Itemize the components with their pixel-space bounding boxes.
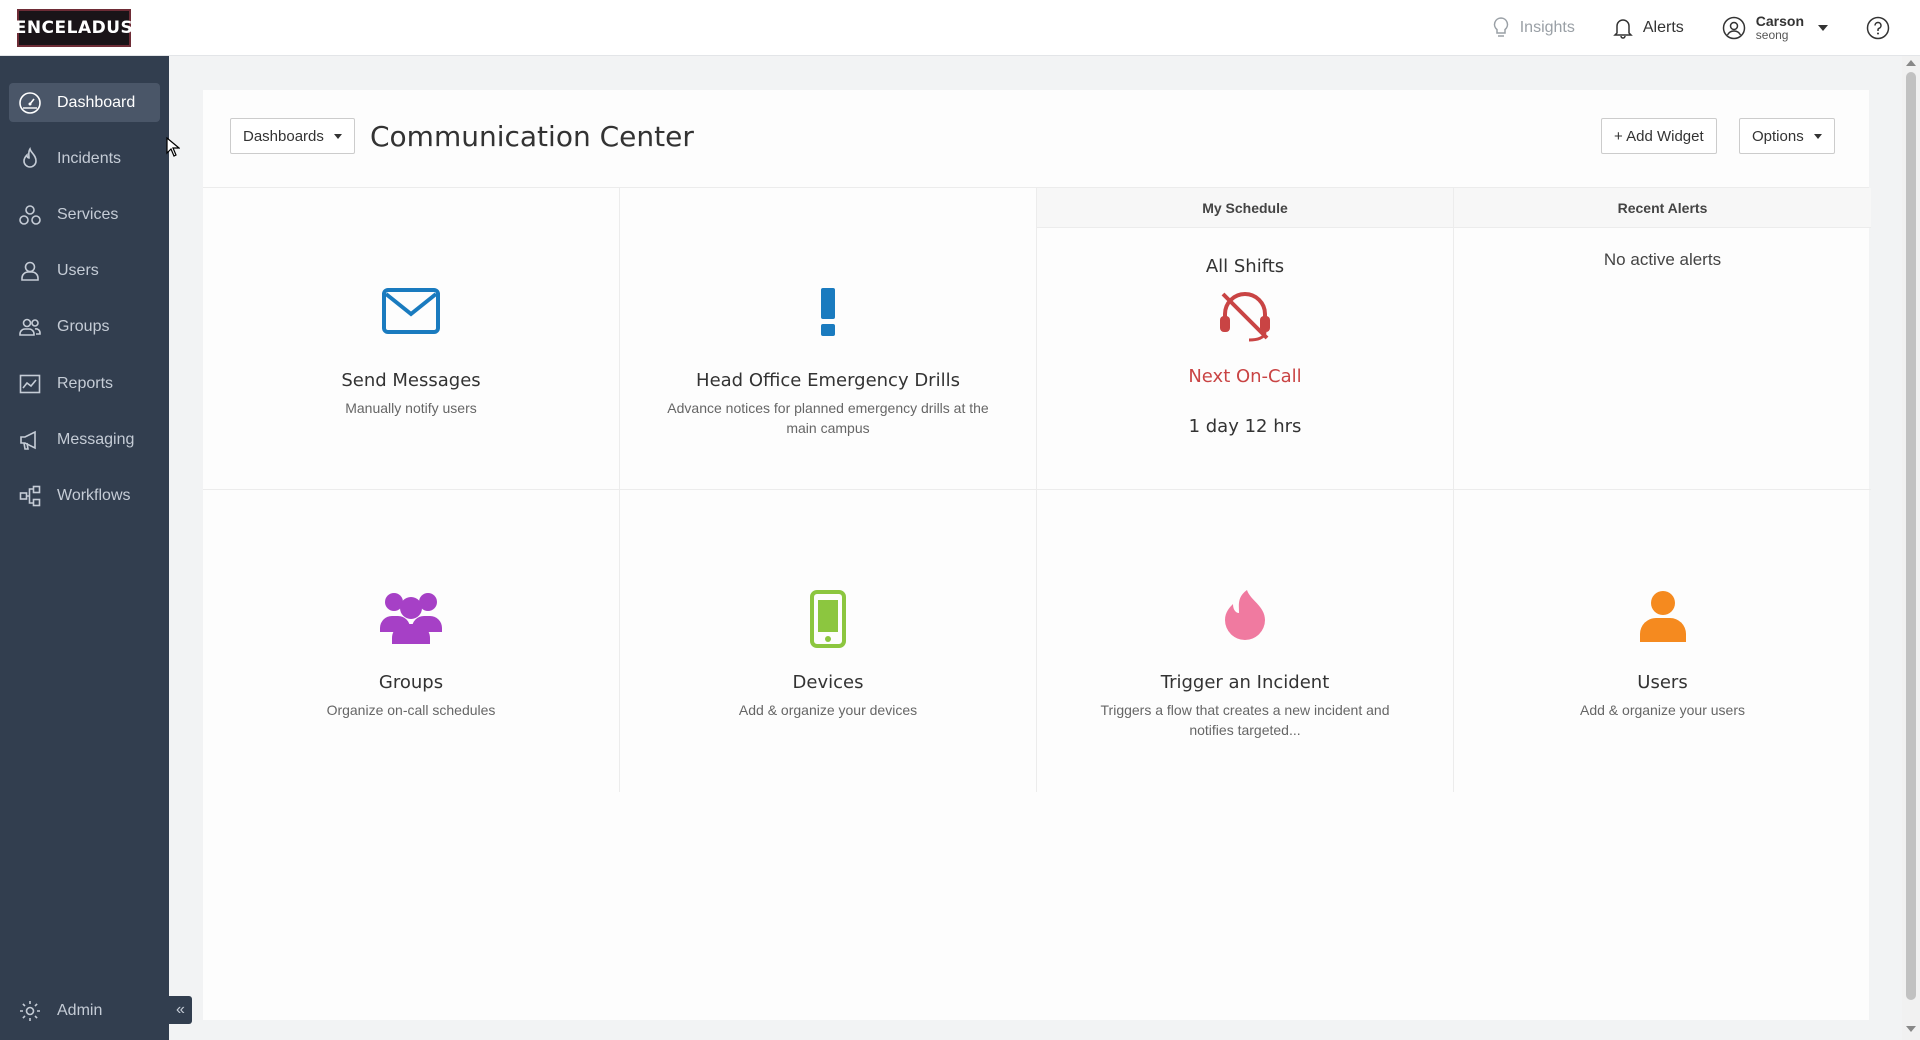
shifts-label: All Shifts <box>1205 256 1285 277</box>
brand-logo-text: ENCELADUS <box>14 18 134 38</box>
widget-my-schedule[interactable]: My Schedule All Shifts Next On-Call 1 da… <box>1037 188 1454 490</box>
flame-icon <box>17 146 43 172</box>
users-group-icon <box>203 590 619 646</box>
workflow-icon <box>17 483 43 509</box>
widget-title: Devices <box>792 672 864 693</box>
scroll-up-arrow-icon[interactable] <box>1906 60 1916 66</box>
sidebar-item-messaging[interactable]: Messaging <box>9 420 160 459</box>
chart-icon <box>17 371 43 397</box>
widget-desc: Add & organize your users <box>1580 702 1745 718</box>
headset-off-icon <box>1037 288 1453 344</box>
help-button[interactable] <box>1866 16 1890 40</box>
exclamation-icon <box>620 288 1036 336</box>
options-label: Options <box>1752 127 1804 145</box>
user-info: Carson seong <box>1755 12 1804 43</box>
user-name: Carson <box>1755 12 1804 29</box>
mouse-cursor-icon <box>166 137 180 157</box>
user-sub: seong <box>1755 28 1789 43</box>
sidebar-item-reports[interactable]: Reports <box>9 364 160 403</box>
sidebar-item-services[interactable]: Services <box>9 195 160 234</box>
top-bar: ENCELADUS Insights Alerts Carson seong <box>0 0 1920 56</box>
add-widget-button[interactable]: + Add Widget <box>1601 118 1717 154</box>
dashboard-panel: Dashboards Communication Center + Add Wi… <box>203 90 1871 1020</box>
alerts-button[interactable]: Alerts <box>1613 17 1684 39</box>
sidebar-item-label: Workflows <box>57 486 131 504</box>
sidebar-item-label: Dashboard <box>57 93 136 111</box>
sidebar-item-users[interactable]: Users <box>9 251 160 290</box>
sidebar-item-groups[interactable]: Groups <box>9 307 160 346</box>
lightbulb-icon <box>1493 17 1508 37</box>
sidebar-item-label: Users <box>57 261 99 279</box>
sidebar-item-admin[interactable]: Admin <box>9 991 160 1030</box>
sidebar-collapse-button[interactable]: « <box>169 996 192 1024</box>
phone-icon <box>620 590 1036 648</box>
insights-button[interactable]: Insights <box>1492 17 1575 39</box>
user-circle-icon <box>1722 16 1746 40</box>
brand-logo[interactable]: ENCELADUS <box>14 9 134 47</box>
sidebar-item-label: Services <box>57 205 119 223</box>
widget-emergency-drills[interactable]: Head Office Emergency Drills Advance not… <box>620 188 1037 490</box>
sidebar-item-workflows[interactable]: Workflows <box>9 476 160 515</box>
widget-title: Send Messages <box>341 370 481 391</box>
add-widget-label: + Add Widget <box>1614 127 1704 145</box>
options-dropdown[interactable]: Options <box>1739 118 1835 154</box>
user-icon <box>1454 590 1871 642</box>
widget-heading: Recent Alerts <box>1454 188 1871 228</box>
sidebar-item-label: Groups <box>57 317 110 335</box>
sidebar: Dashboard Incidents Services Users Group… <box>0 56 169 1040</box>
widget-desc: Add & organize your devices <box>738 702 918 718</box>
widget-title: Trigger an Incident <box>1160 672 1330 693</box>
gear-icon <box>17 998 43 1024</box>
question-circle-icon <box>1866 16 1890 40</box>
sidebar-item-label: Incidents <box>57 149 122 167</box>
oncall-countdown: 1 day 12 hrs <box>1188 416 1302 437</box>
widget-title: Users <box>1637 672 1688 693</box>
widget-heading: My Schedule <box>1037 188 1453 228</box>
widget-title: Groups <box>378 672 444 693</box>
insights-label: Insights <box>1519 19 1575 36</box>
widget-recent-alerts[interactable]: Recent Alerts No active alerts <box>1454 188 1871 490</box>
scrollbar-thumb[interactable] <box>1906 72 1916 1000</box>
sidebar-item-dashboard[interactable]: Dashboard <box>9 83 160 122</box>
services-icon <box>17 202 43 228</box>
sidebar-item-label: Reports <box>57 374 114 392</box>
megaphone-icon <box>17 427 43 453</box>
next-oncall-label: Next On-Call <box>1188 366 1302 387</box>
flame-icon <box>1037 590 1453 640</box>
page-title: Communication Center <box>370 120 694 153</box>
dashboards-label: Dashboards <box>243 127 324 145</box>
widget-title: Head Office Emergency Drills <box>696 370 960 391</box>
caret-down-icon <box>1813 133 1822 139</box>
widget-desc: Manually notify users <box>345 400 477 416</box>
bell-icon <box>1613 19 1633 39</box>
envelope-icon <box>203 288 619 334</box>
dashboards-dropdown[interactable]: Dashboards <box>230 118 355 154</box>
widget-desc: Triggers a flow that creates a new incid… <box>1100 702 1390 738</box>
no-alerts-text: No active alerts <box>1603 250 1722 269</box>
widget-send-messages[interactable]: Send Messages Manually notify users <box>203 188 620 490</box>
user-icon <box>17 258 43 284</box>
widget-desc: Advance notices for planned emergency dr… <box>667 400 989 436</box>
sidebar-item-incidents[interactable]: Incidents <box>9 139 160 178</box>
panel-header: Dashboards Communication Center + Add Wi… <box>203 90 1869 188</box>
widget-groups[interactable]: Groups Organize on-call schedules <box>203 490 620 792</box>
alerts-label: Alerts <box>1642 19 1684 36</box>
sidebar-admin-label: Admin <box>57 1001 103 1019</box>
top-right-actions: Insights Alerts Carson seong <box>1454 0 1890 56</box>
widget-desc: Organize on-call schedules <box>326 702 496 718</box>
user-menu[interactable]: Carson seong <box>1722 12 1828 43</box>
caret-down-icon <box>333 133 342 139</box>
speedometer-icon <box>17 90 43 116</box>
widget-users[interactable]: Users Add & organize your users <box>1454 490 1871 792</box>
widget-trigger-incident[interactable]: Trigger an Incident Triggers a flow that… <box>1037 490 1454 792</box>
sidebar-item-label: Messaging <box>57 430 135 448</box>
widget-devices[interactable]: Devices Add & organize your devices <box>620 490 1037 792</box>
chevron-down-icon <box>1818 24 1828 31</box>
users-group-icon <box>17 314 43 340</box>
collapse-label: « <box>176 1001 185 1018</box>
scroll-down-arrow-icon[interactable] <box>1906 1026 1916 1032</box>
